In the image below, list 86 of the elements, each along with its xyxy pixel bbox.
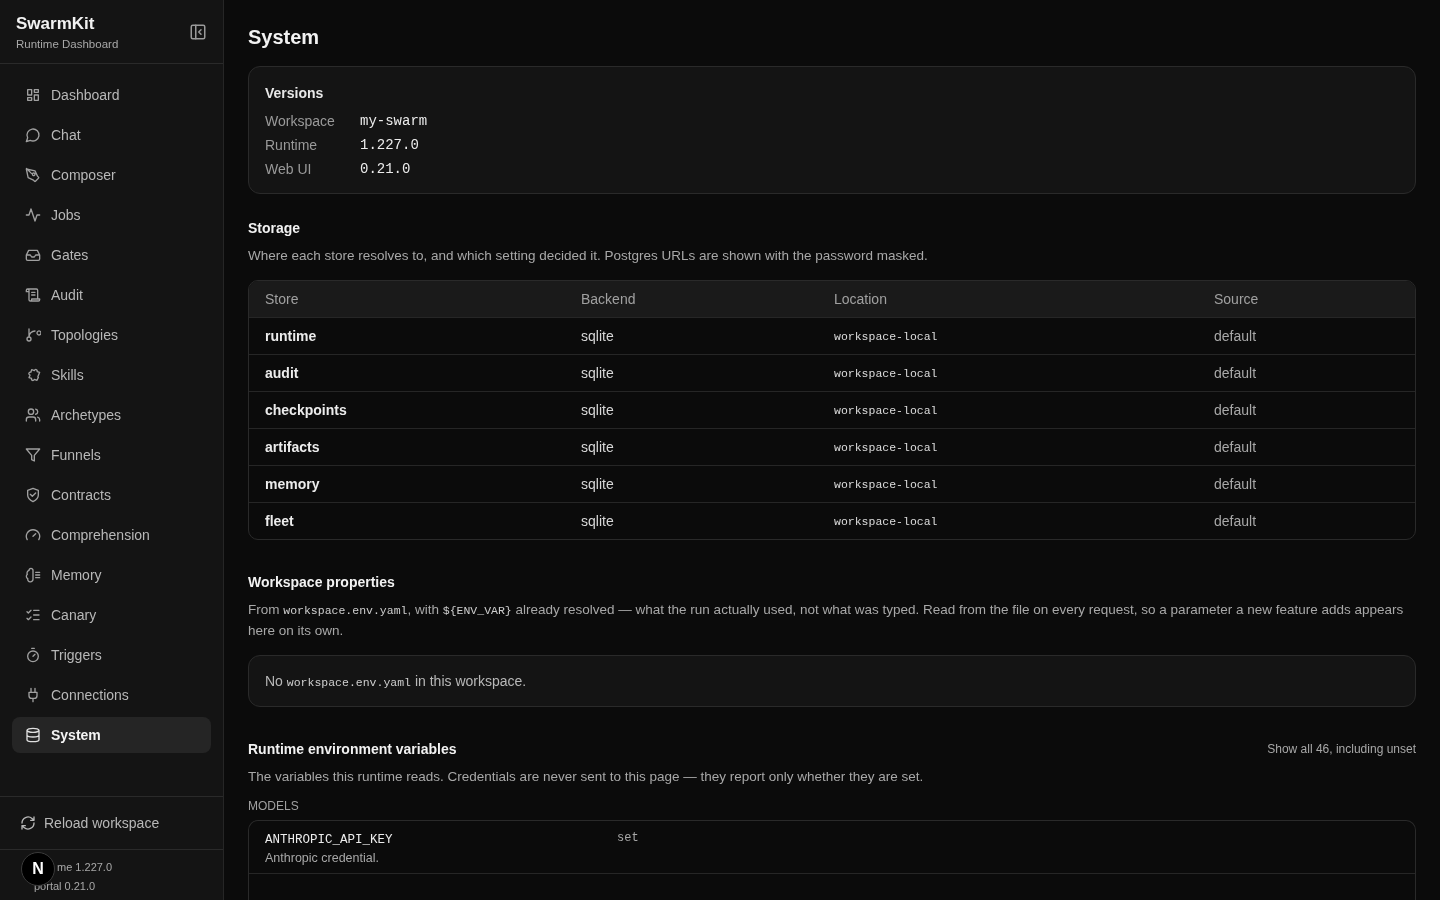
version-label: Web UI — [265, 161, 313, 177]
column-header: Source — [1214, 291, 1260, 307]
nav-item[interactable]: Chat — [12, 117, 211, 153]
nav-item[interactable]: Funnels — [12, 437, 211, 473]
nav-item[interactable]: Topologies — [12, 317, 211, 353]
pulse-icon — [25, 207, 41, 223]
table-cell-text: runtime — [265, 328, 318, 344]
section-description: Where each store resolves to, and which setting decided it. Postgres URLs are shown with the password masked. — [248, 247, 929, 265]
table-cell-text: artifacts — [265, 439, 321, 455]
stopwatch-icon — [25, 647, 41, 663]
nav-item[interactable]: Dashboard — [12, 77, 211, 113]
nav-item[interactable]: Memory — [12, 557, 211, 593]
version-label: Runtime — [265, 137, 319, 153]
table-cell-text: default — [1214, 328, 1258, 344]
table-cell-text: sqlite — [581, 402, 615, 418]
table-cell-text: workspace-local — [834, 514, 939, 528]
chat-icon — [25, 127, 41, 143]
table-cell-text: sqlite — [581, 513, 615, 529]
plug-icon — [25, 687, 41, 703]
version-label: Workspace — [265, 113, 336, 129]
empty-state-message: No workspace.env.yaml in this workspace. — [248, 655, 1416, 707]
table-cell-text: workspace-local — [834, 366, 939, 380]
nav-item[interactable]: Composer — [12, 157, 211, 193]
database-icon — [25, 727, 41, 743]
nav-item[interactable]: Skills — [12, 357, 211, 393]
app-subtitle: Runtime Dashboard — [16, 38, 119, 50]
scroll-icon — [25, 287, 41, 303]
inbox-icon — [25, 247, 41, 263]
version-value: 0.21.0 — [360, 161, 412, 177]
section-description: From workspace.env.yaml, with ${ENV_VAR} already resolved — what the run actually used, not what was typed. Read from the file on every request, so a parameter a new feature adds appears here on its own. — [248, 601, 1405, 640]
variable-status: set — [617, 831, 640, 847]
table-cell-text: workspace-local — [834, 440, 939, 454]
table-cell-text: default — [1214, 476, 1258, 492]
version-value: 1.227.0 — [360, 137, 420, 153]
reload-button[interactable]: Reload workspace — [10, 809, 170, 837]
section-title: Storage — [248, 220, 302, 236]
app-name: SwarmKit — [16, 14, 96, 34]
variable-name: ANTHROPIC_API_KEY — [265, 833, 394, 847]
nav-item[interactable]: Connections — [12, 677, 211, 713]
grid-icon — [25, 87, 41, 103]
nav-item[interactable]: Archetypes — [12, 397, 211, 433]
nav-item[interactable]: Canary — [12, 597, 211, 633]
table-cell-text: audit — [265, 365, 300, 381]
section-description: The variables this runtime reads. Credentials are never sent to this page — they report only whether they are set. — [248, 768, 925, 786]
table-cell-text: sqlite — [581, 328, 615, 344]
nav-item[interactable]: Triggers — [12, 637, 211, 673]
version-value: my-swarm — [360, 113, 429, 129]
nav-item[interactable]: Comprehension — [12, 517, 211, 553]
branch-icon — [25, 327, 41, 343]
table-cell-text: default — [1214, 513, 1258, 529]
table-cell-text: sqlite — [581, 439, 615, 455]
nav-item[interactable]: Contracts — [12, 477, 211, 513]
nav-item[interactable]: System — [12, 717, 211, 753]
table-cell-text: sqlite — [581, 365, 615, 381]
brain-icon — [25, 567, 41, 583]
refresh-icon — [20, 815, 36, 831]
card-title: Versions — [265, 85, 325, 101]
table-cell-text: default — [1214, 439, 1258, 455]
section-title: Runtime environment variables — [248, 741, 457, 757]
table-cell-text: default — [1214, 402, 1258, 418]
show-all-link[interactable]: Show all 46, including unset — [1267, 742, 1416, 756]
table-cell-text: sqlite — [581, 476, 615, 492]
table-cell-text: checkpoints — [265, 402, 348, 418]
table-cell-text: fleet — [265, 513, 295, 529]
section-title: Workspace properties — [248, 574, 396, 590]
table-cell-text: workspace-local — [834, 477, 939, 491]
table-cell-text: workspace-local — [834, 329, 939, 343]
group-label: MODELS — [248, 799, 300, 813]
table-cell-text: default — [1214, 365, 1258, 381]
filter-icon — [25, 447, 41, 463]
page-title: System — [248, 26, 321, 49]
variable-note: Anthropic credential. — [265, 851, 380, 865]
nav-item[interactable]: Audit — [12, 277, 211, 313]
nav-item[interactable]: Gates — [12, 237, 211, 273]
users-icon — [25, 407, 41, 423]
gauge-icon — [25, 527, 41, 543]
column-header: Store — [265, 291, 300, 307]
column-header: Backend — [581, 291, 637, 307]
nav-item[interactable]: Jobs — [12, 197, 211, 233]
runtime-version: me 1.227.0 — [57, 860, 114, 875]
sidebar-toggle-icon[interactable] — [189, 23, 207, 41]
column-header: Location — [834, 291, 888, 307]
checklist-icon — [25, 607, 41, 623]
pen-icon — [25, 167, 41, 183]
table-cell-text: memory — [265, 476, 321, 492]
table-cell-text: workspace-local — [834, 403, 939, 417]
